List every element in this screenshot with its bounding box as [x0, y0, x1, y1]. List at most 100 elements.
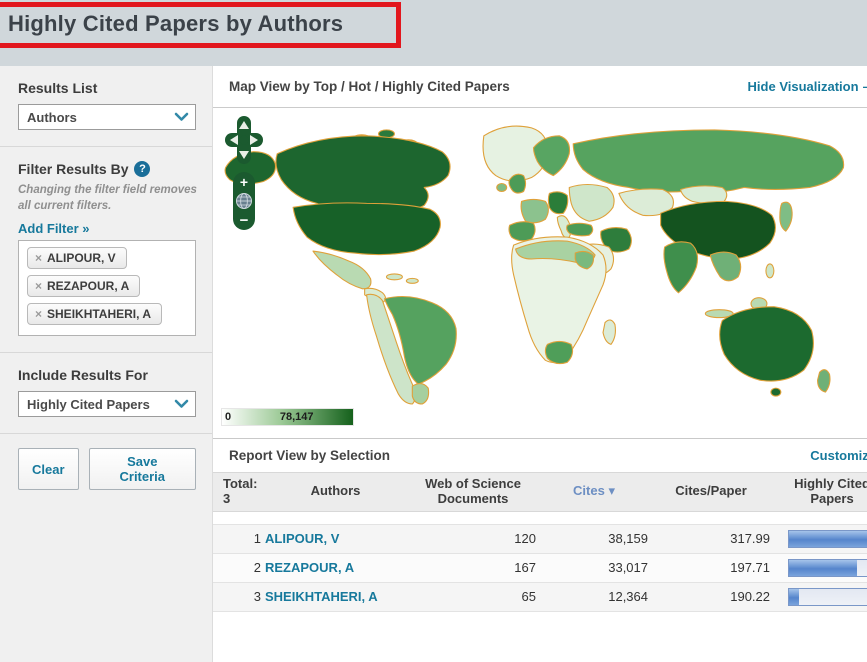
include-results-selected: Highly Cited Papers: [27, 397, 150, 412]
legend-max-label: 78,147: [280, 411, 314, 423]
chevron-down-icon: [174, 112, 189, 122]
highly-cited-bar: 4: [788, 588, 867, 606]
remove-filter-icon[interactable]: ×: [35, 307, 42, 321]
filter-tag-label: SHEIKHTAHERI, A: [47, 307, 151, 321]
column-header-cites-per-paper[interactable]: Cites/Paper: [650, 473, 772, 512]
author-link[interactable]: SHEIKHTAHERI, A: [265, 590, 378, 604]
main-panel: Map View by Top / Hot / Highly Cited Pap…: [212, 66, 867, 662]
bar-fill: [789, 589, 799, 605]
page-title: Highly Cited Papers by Authors: [8, 11, 343, 37]
map-view-title: Map View by Top / Hot / Highly Cited Pap…: [229, 79, 510, 94]
total-label: Total:: [223, 477, 261, 492]
map-region-uk[interactable]: [509, 174, 526, 193]
sidebar: Results List Authors Filter Results By ?…: [0, 66, 212, 662]
wos-documents-cell: 120: [408, 524, 538, 553]
filter-tag[interactable]: × ALIPOUR, V: [27, 247, 127, 269]
zoom-in-button[interactable]: +: [240, 174, 248, 190]
map-region-australia[interactable]: [720, 307, 814, 381]
rank-cell: 2: [213, 553, 263, 582]
page-header: Highly Cited Papers by Authors: [0, 0, 867, 66]
hide-visualization-link[interactable]: Hide Visualization: [748, 79, 859, 94]
map-region-turkey[interactable]: [567, 223, 593, 236]
map-region-canada[interactable]: [276, 136, 450, 212]
column-header-highly-cited-papers[interactable]: Highly Cited Papers: [772, 473, 867, 512]
map-region-philippines[interactable]: [766, 264, 774, 278]
map-region-mongolia[interactable]: [681, 186, 727, 203]
bar-fill: [789, 560, 857, 576]
collapse-minus-icon[interactable]: —: [863, 79, 867, 94]
filter-section: Filter Results By ? Changing the filter …: [0, 146, 212, 352]
map-region-usa[interactable]: [293, 203, 440, 255]
remove-filter-icon[interactable]: ×: [35, 279, 42, 293]
cites-cell: 33,017: [538, 553, 650, 582]
map-region-germany[interactable]: [548, 192, 567, 214]
map-region-india[interactable]: [664, 242, 698, 293]
add-filter-link[interactable]: Add Filter »: [18, 221, 90, 236]
total-value: 3: [223, 492, 261, 507]
report-table: Total: 3 Authors Web of Science Document…: [213, 472, 867, 612]
author-cell: REZAPOUR, A: [263, 553, 408, 582]
wos-documents-cell: 65: [408, 582, 538, 611]
map-region-mexico[interactable]: [313, 251, 371, 289]
wos-documents-cell: 167: [408, 553, 538, 582]
highly-cited-bar: 41: [788, 530, 867, 548]
filter-tag[interactable]: × REZAPOUR, A: [27, 275, 140, 297]
results-list-dropdown[interactable]: Authors: [18, 104, 196, 130]
filter-results-by-label: Filter Results By: [18, 161, 128, 177]
map-region-japan[interactable]: [780, 202, 792, 231]
map-region-ireland[interactable]: [497, 184, 507, 192]
map-zoom-control[interactable]: + −: [233, 172, 255, 230]
map-region-caribbean[interactable]: [386, 274, 418, 283]
include-results-dropdown[interactable]: Highly Cited Papers: [18, 391, 196, 417]
cites-per-paper-cell: 190.22: [650, 582, 772, 611]
table-row: 1 ALIPOUR, V 120 38,159 317.99 41: [213, 524, 867, 553]
map-region-tasmania[interactable]: [771, 388, 781, 396]
customize-link[interactable]: Customize: [810, 448, 867, 463]
report-view-title: Report View by Selection: [229, 448, 390, 463]
map-region-madagascar[interactable]: [603, 320, 615, 344]
cites-cell: 38,159: [538, 524, 650, 553]
map-region-russia[interactable]: [573, 130, 843, 193]
highly-cited-bar-cell: 41: [772, 524, 867, 553]
save-criteria-button[interactable]: Save Criteria: [89, 448, 196, 490]
map-region-france[interactable]: [521, 199, 548, 222]
highly-cited-bar-cell: 4: [772, 582, 867, 611]
sort-descending-icon: ▾: [608, 483, 615, 498]
map-pan-control[interactable]: [225, 116, 263, 164]
legend-min-label: 0: [225, 411, 231, 423]
chevron-down-icon: [174, 399, 189, 409]
map-region-europe-east[interactable]: [569, 184, 614, 221]
map-region-iberia[interactable]: [509, 222, 535, 241]
remove-filter-icon[interactable]: ×: [35, 251, 42, 265]
filter-tag-label: ALIPOUR, V: [47, 251, 116, 265]
column-header-authors[interactable]: Authors: [263, 473, 408, 512]
table-row: 2 REZAPOUR, A 167 33,017 197.71 28: [213, 553, 867, 582]
author-link[interactable]: REZAPOUR, A: [265, 561, 354, 575]
bar-fill: [789, 531, 867, 547]
column-header-cites-sorted[interactable]: Cites ▾: [538, 473, 650, 512]
criteria-buttons-section: Clear Save Criteria: [0, 433, 212, 506]
clear-button[interactable]: Clear: [18, 448, 79, 490]
zoom-out-button[interactable]: −: [240, 212, 249, 229]
rank-cell: 3: [213, 582, 263, 611]
map-region-south-africa[interactable]: [545, 341, 572, 363]
include-results-section: Include Results For Highly Cited Papers: [0, 352, 212, 433]
filter-tag[interactable]: × SHEIKHTAHERI, A: [27, 303, 162, 325]
map-region-new-zealand[interactable]: [818, 370, 830, 392]
filter-tag-label: REZAPOUR, A: [47, 279, 129, 293]
cites-per-paper-cell: 317.99: [650, 524, 772, 553]
column-header-wos-documents[interactable]: Web of Science Documents: [408, 473, 538, 512]
cites-per-paper-cell: 197.71: [650, 553, 772, 582]
author-link[interactable]: ALIPOUR, V: [265, 532, 339, 546]
filter-note: Changing the filter field removes all cu…: [18, 183, 198, 214]
total-header: Total: 3: [213, 473, 263, 512]
rank-cell: 1: [213, 524, 263, 553]
table-header-row: Total: 3 Authors Web of Science Document…: [213, 473, 867, 512]
map-view-header: Map View by Top / Hot / Highly Cited Pap…: [213, 66, 867, 108]
cites-cell: 12,364: [538, 582, 650, 611]
map-region-argentina[interactable]: [412, 384, 428, 404]
map-legend: 0 78,147: [221, 408, 867, 438]
map-region-southeast-asia[interactable]: [710, 252, 740, 281]
filter-tags-box: × ALIPOUR, V × REZAPOUR, A × SHEIKHTAHERI, …: [18, 240, 196, 336]
help-icon[interactable]: ?: [134, 161, 150, 177]
